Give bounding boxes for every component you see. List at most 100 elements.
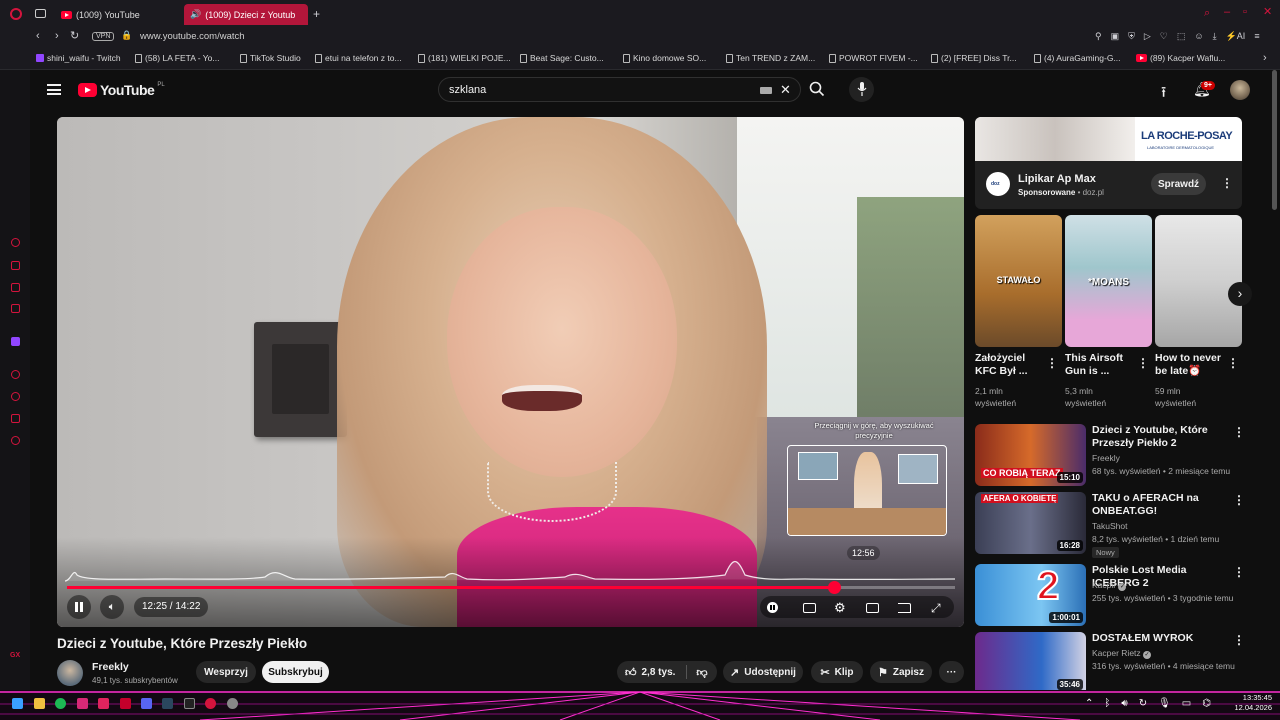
chat-icon[interactable] [11, 283, 20, 292]
bookmark[interactable]: Kino domowe SO... [623, 53, 706, 63]
related-menu-icon[interactable]: ⋮ [1233, 425, 1245, 439]
bookmark[interactable]: Beat Sage: Custo... [520, 53, 604, 63]
short-card[interactable]: STAWAŁO [975, 215, 1062, 347]
heart-icon[interactable]: ♡ [1160, 31, 1168, 42]
forward-icon[interactable]: › [55, 31, 59, 42]
search-input[interactable] [449, 82, 749, 98]
bookmark[interactable]: etui na telefon z to... [315, 53, 402, 63]
bookmark[interactable]: (89) Kacper Waflu... [1136, 53, 1225, 63]
player-sidebar-icon[interactable] [11, 370, 20, 379]
related-menu-icon[interactable]: ⋮ [1233, 493, 1245, 507]
ad-banner[interactable]: LA ROCHE-POSAY LABORATOIRE DERMATOLOGIQU… [975, 117, 1242, 161]
tab-youtube[interactable]: (1009) YouTube [55, 4, 180, 25]
steam-icon[interactable] [162, 698, 173, 709]
progress-bar[interactable] [67, 581, 955, 594]
menu-icon[interactable]: ≡ [1254, 31, 1259, 42]
aria-icon[interactable] [11, 238, 20, 247]
maximize-button[interactable]: ▫ [1243, 7, 1247, 18]
more-actions-button[interactable]: ··· [939, 661, 964, 683]
upload-icon[interactable]: ⭱ [1161, 82, 1166, 107]
bookmark[interactable]: (58) LA FETA - Yo... [135, 53, 220, 63]
url-field[interactable]: www.youtube.com/watch [140, 31, 245, 42]
reload-icon[interactable]: ↻ [70, 31, 79, 42]
bookmark[interactable]: (181) WIELKI POJE... [418, 53, 511, 63]
ad-title[interactable]: Lipikar Ap Max [1018, 173, 1096, 185]
related-channel[interactable]: Kacpir [1092, 580, 1116, 590]
spotify-icon[interactable] [55, 698, 66, 709]
ad-logo[interactable]: doz [986, 172, 1010, 196]
guide-menu-icon[interactable] [47, 84, 61, 95]
file-explorer-icon[interactable] [34, 698, 45, 709]
youtube-logo[interactable]: YouTube PL [78, 82, 165, 98]
settings-taskbar-icon[interactable] [227, 698, 238, 709]
player-icon[interactable]: ▷ [1144, 31, 1151, 42]
like-count[interactable]: 2,8 tys. [642, 667, 676, 678]
pin-icon[interactable]: ⚲ [1095, 31, 1102, 42]
subscribe-button[interactable]: Subskrybuj [262, 661, 329, 683]
bluetooth-icon[interactable]: ᛒ [1104, 698, 1110, 709]
bookmark[interactable]: shini_waifu - Twitch [36, 53, 121, 63]
clip-button[interactable]: ✂ Klip [811, 661, 863, 683]
box-icon[interactable]: ⬚ [1177, 31, 1186, 42]
download-icon[interactable]: ⤓ [1213, 31, 1217, 42]
gx-corner-icon[interactable] [11, 261, 20, 270]
voice-search-button[interactable] [849, 77, 874, 102]
save-button[interactable]: ⚑ Zapisz [870, 661, 932, 683]
account-avatar[interactable] [1230, 80, 1250, 100]
snapshot-icon[interactable]: ▣ [1111, 31, 1120, 42]
short-menu-icon[interactable]: ⋮ [1137, 356, 1149, 370]
network-icon[interactable]: ⌬ [1202, 698, 1211, 709]
related-menu-icon[interactable]: ⋮ [1233, 633, 1245, 647]
related-thumbnail[interactable]: CO ROBIĄ TERAZ 15:10 [975, 424, 1086, 486]
minimize-button[interactable]: – [1224, 7, 1230, 18]
related-title[interactable]: DOSTAŁEM WYROK [1092, 632, 1222, 645]
sync-icon[interactable]: ↻ [1139, 698, 1147, 709]
bookmark[interactable]: (4) AuraGaming-G... [1034, 53, 1121, 63]
thumbs-up-icon[interactable]: 👍︎ [625, 666, 637, 679]
related-channel[interactable]: Freekly [1092, 452, 1120, 464]
support-button[interactable]: Wesprzyj [196, 661, 256, 683]
miniplayer-icon[interactable] [866, 603, 879, 613]
channel-avatar[interactable] [57, 660, 83, 686]
display-icon[interactable]: ▭ [1182, 698, 1191, 709]
subtitles-icon[interactable] [803, 603, 816, 613]
short-title[interactable]: Założyciel KFC Był ... [975, 352, 1037, 378]
clock[interactable]: 13:35:45 12.04.2026 [1220, 693, 1272, 713]
play-pause-button[interactable] [67, 595, 91, 619]
shield-icon[interactable]: ⛨ [1128, 31, 1135, 42]
instagram-icon[interactable] [77, 698, 88, 709]
related-title[interactable]: TAKU o AFERACH na ONBEAT.GG! [1092, 492, 1222, 518]
related-menu-icon[interactable]: ⋮ [1233, 565, 1245, 579]
autoplay-toggle[interactable] [767, 602, 778, 613]
short-title[interactable]: This Airsoft Gun is ... [1065, 352, 1127, 378]
history-icon[interactable] [11, 392, 20, 401]
bookmarks-more-icon[interactable]: › [1263, 53, 1267, 64]
fullscreen-icon[interactable]: ⤢ [931, 601, 941, 616]
related-channel[interactable]: TakuShot [1092, 520, 1127, 532]
bookmark[interactable]: POWROT FIVEM -... [829, 53, 918, 63]
bookmark[interactable]: TikTok Studio [240, 53, 301, 63]
settings-gear-icon[interactable]: ⚙ [834, 600, 846, 616]
start-button[interactable] [12, 698, 23, 709]
close-window-button[interactable]: ✕ [1263, 7, 1272, 18]
bookmark[interactable]: Ten TREND z ZAM... [726, 53, 815, 63]
bookmark[interactable]: (2) [FREE] Diss Tr... [931, 53, 1017, 63]
vpn-badge[interactable]: VPN [92, 32, 115, 41]
mail-icon[interactable] [120, 698, 131, 709]
search-button[interactable] [801, 77, 833, 102]
mic-icon[interactable]: 🎙︎ [1158, 698, 1171, 709]
sound-icon[interactable]: 🔊︎ [1121, 698, 1127, 709]
clear-search-icon[interactable]: ✕ [780, 82, 791, 98]
short-card[interactable]: *MOANS [1065, 215, 1152, 347]
short-menu-icon[interactable]: ⋮ [1227, 356, 1239, 370]
extensions-icon[interactable] [11, 414, 20, 423]
settings-icon[interactable] [11, 436, 20, 445]
shorts-next-button[interactable]: › [1228, 282, 1252, 306]
terminal-icon[interactable] [184, 698, 195, 709]
short-menu-icon[interactable]: ⋮ [1046, 356, 1058, 370]
new-tab-button[interactable]: + [313, 8, 320, 20]
search-tabs-icon[interactable]: ⌕ [1204, 8, 1210, 19]
related-title[interactable]: Dzieci z Youtube, Które Przeszły Piekło … [1092, 424, 1230, 450]
maps-icon[interactable] [98, 698, 109, 709]
tray-chevron-icon[interactable]: ⌃ [1085, 698, 1093, 709]
